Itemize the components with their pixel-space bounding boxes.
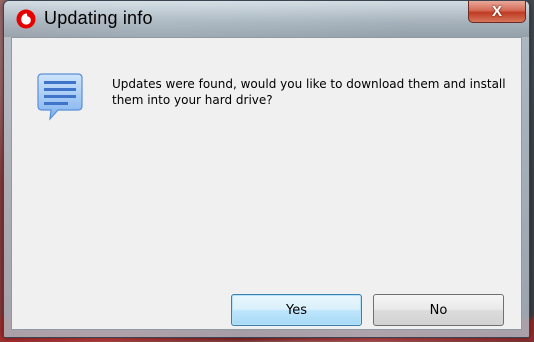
speech-bubble-icon — [36, 72, 84, 122]
title-bar[interactable]: Updating info X — [4, 1, 529, 37]
vodafone-logo-icon — [16, 9, 36, 29]
dialog-message: Updates were found, would you like to do… — [112, 77, 506, 107]
dialog-content: Updates were found, would you like to do… — [11, 37, 522, 330]
yes-button[interactable]: Yes — [231, 294, 362, 326]
dialog-window: Updating info X Updates were found, woul… — [3, 0, 530, 338]
window-title: Updating info — [44, 8, 153, 28]
close-icon: X — [491, 3, 502, 20]
no-button[interactable]: No — [373, 294, 504, 326]
close-button[interactable]: X — [468, 1, 526, 23]
